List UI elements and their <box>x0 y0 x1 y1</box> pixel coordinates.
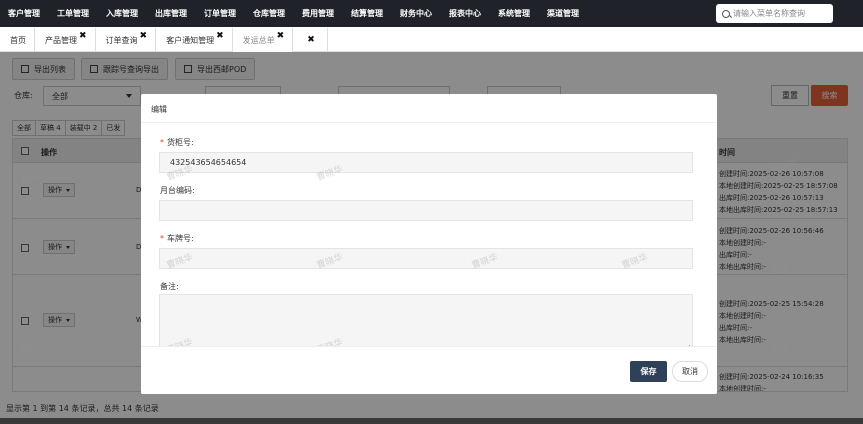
remark-textarea[interactable] <box>159 294 693 352</box>
nav-item-settlement[interactable]: 结算管理 <box>351 8 383 19</box>
dock-code-label: 月台编码: <box>160 186 195 195</box>
tab-label: 首页 <box>10 35 26 45</box>
dialog-title: 编辑 <box>151 105 167 114</box>
tab-label: 订单查询 <box>105 35 138 45</box>
tab-customer-notice[interactable]: 客户通知管理 ✖ <box>156 28 233 52</box>
container-number-value: 432543654654654 <box>170 158 247 167</box>
container-number-input[interactable]: 432543654654654 <box>159 152 693 173</box>
tab-shipment-master[interactable]: 发运总单 ✖ <box>232 28 294 52</box>
close-icon[interactable]: ✖ <box>307 35 315 45</box>
menu-search-input[interactable]: 请输入菜单名称查询 <box>716 4 833 23</box>
nav-item-inbound[interactable]: 入库管理 <box>106 8 138 19</box>
remark-label: 备注: <box>160 282 179 291</box>
nav-item-system[interactable]: 系统管理 <box>498 8 530 19</box>
close-icon[interactable]: ✖ <box>277 31 285 41</box>
nav-item-order[interactable]: 订单管理 <box>204 8 236 19</box>
divider <box>141 122 717 123</box>
close-icon[interactable]: ✖ <box>216 31 224 41</box>
required-mark: * <box>160 138 164 147</box>
bottom-edge <box>0 418 863 424</box>
menu-search-placeholder: 请输入菜单名称查询 <box>733 9 805 18</box>
search-icon <box>722 9 730 18</box>
cancel-button[interactable]: 取消 <box>672 361 708 382</box>
nav-item-fee[interactable]: 费用管理 <box>302 8 334 19</box>
dock-code-input[interactable] <box>159 200 693 221</box>
nav-item-outbound[interactable]: 出库管理 <box>155 8 187 19</box>
tab-order-query[interactable]: 订单查询 ✖ <box>96 28 157 52</box>
nav-item-finance[interactable]: 财务中心 <box>400 8 432 19</box>
plate-label: * 车牌号: <box>160 233 194 244</box>
tab-close-all[interactable]: ✖ <box>293 28 328 52</box>
plate-label-text: 车牌号: <box>167 234 194 243</box>
save-button[interactable]: 保存 <box>630 361 667 382</box>
tab-product[interactable]: 产品管理 ✖ <box>35 28 96 52</box>
tab-label: 发运总单 <box>242 35 275 45</box>
close-icon[interactable]: ✖ <box>140 31 148 41</box>
tab-label: 产品管理 <box>45 35 77 45</box>
nav-item-channel[interactable]: 渠道管理 <box>547 8 579 19</box>
plate-number-input[interactable] <box>159 248 693 269</box>
close-icon[interactable]: ✖ <box>79 31 87 41</box>
tab-bar: 首页 产品管理 ✖ 订单查询 ✖ 客户通知管理 ✖ 发运总单 ✖ ✖ <box>0 28 863 52</box>
tab-label: 客户通知管理 <box>166 35 215 45</box>
edit-dialog: 编辑 * 货柜号: 432543654654654 月台编码: * 车牌号: 备注:… <box>141 94 717 394</box>
top-nav: 客户管理 工单管理 入库管理 出库管理 订单管理 仓库管理 费用管理 结算管理 … <box>0 0 863 27</box>
required-mark: * <box>160 234 164 243</box>
nav-item-customer[interactable]: 客户管理 <box>8 8 40 19</box>
nav-item-workorder[interactable]: 工单管理 <box>57 8 89 19</box>
container-label: * 货柜号: <box>160 137 194 148</box>
tab-home[interactable]: 首页 <box>0 28 35 52</box>
nav-item-warehouse[interactable]: 仓库管理 <box>253 8 285 19</box>
nav-item-report[interactable]: 报表中心 <box>449 8 481 19</box>
container-label-text: 货柜号: <box>167 138 194 147</box>
